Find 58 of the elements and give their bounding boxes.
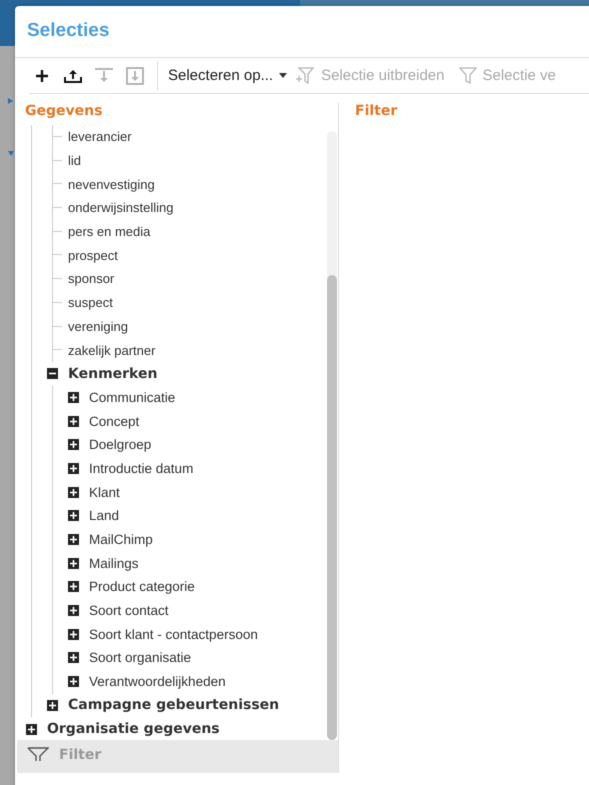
- caret-icon: [279, 73, 288, 78]
- panel-heading: Gegevens: [24, 103, 104, 121]
- window-title: Selecties: [26, 19, 110, 43]
- select-dropdown[interactable]: Selecteren op...: [168, 67, 288, 84]
- tree-node[interactable]: Soort contact: [89, 603, 169, 618]
- tree-node[interactable]: Concept: [89, 414, 140, 429]
- tree-node[interactable]: Campagne gebeurtenissen: [68, 697, 280, 714]
- tree-item[interactable]: sponsor: [68, 271, 114, 286]
- tree-item[interactable]: nevenvestiging: [68, 176, 155, 192]
- tree-node[interactable]: Soort organisatie: [89, 650, 192, 666]
- expand-icon[interactable]: [26, 724, 37, 735]
- expand-icon[interactable]: [68, 534, 79, 546]
- tree-node[interactable]: MailChimp: [89, 532, 153, 548]
- tree-item[interactable]: vereniging: [68, 318, 128, 334]
- download-icon: [93, 66, 115, 84]
- expand-icon[interactable]: [68, 558, 79, 569]
- footer-label: Filter: [59, 747, 102, 763]
- tree-item[interactable]: suspect: [68, 295, 113, 310]
- tree-node[interactable]: Introductie datum: [89, 460, 194, 476]
- tree-item[interactable]: lid: [68, 153, 82, 168]
- tree-node[interactable]: Kenmerken: [68, 366, 158, 382]
- caret-icon: [8, 151, 14, 156]
- tree-node[interactable]: Klant: [89, 484, 120, 500]
- expand-icon[interactable]: [68, 510, 79, 522]
- plus-icon: [35, 68, 49, 82]
- expand-icon[interactable]: [47, 700, 58, 711]
- panel-heading: Filter: [354, 103, 398, 121]
- expand-icon[interactable]: [68, 392, 79, 403]
- expand-icon[interactable]: [68, 581, 79, 592]
- expand-icon[interactable]: [68, 628, 79, 640]
- tree-node[interactable]: Mailings: [89, 556, 139, 571]
- tree-node[interactable]: Doelgroep: [89, 437, 152, 452]
- tree-node[interactable]: Communicatie: [89, 390, 176, 405]
- scrollbar[interactable]: [327, 131, 337, 740]
- expand-icon[interactable]: [68, 462, 79, 474]
- expand-icon[interactable]: [68, 486, 79, 498]
- tree-node[interactable]: Organisatie gegevens: [47, 721, 220, 738]
- filter-icon: [27, 747, 49, 761]
- tree-node[interactable]: Land: [89, 508, 120, 524]
- caret-icon: [8, 98, 13, 104]
- tree-item[interactable]: pers en media: [68, 224, 150, 240]
- tree-node[interactable]: Soort klant - contactpersoon: [89, 626, 258, 642]
- expand-icon[interactable]: [68, 416, 79, 427]
- expand-icon[interactable]: [68, 439, 79, 450]
- filter-icon: [458, 66, 476, 84]
- collapse-icon[interactable]: [47, 368, 58, 380]
- filter-plus-icon: [295, 66, 316, 84]
- tree-item[interactable]: leverancier: [68, 129, 132, 144]
- expand-icon[interactable]: [68, 652, 79, 664]
- import-icon: [124, 66, 146, 86]
- tree-item[interactable]: zakelijk partner: [68, 342, 156, 358]
- tree-item[interactable]: prospect: [68, 248, 118, 263]
- upload-icon: [62, 68, 84, 84]
- tree-item[interactable]: onderwijsinstelling: [68, 200, 174, 216]
- tree-node[interactable]: Product categorie: [89, 579, 195, 594]
- expand-icon[interactable]: [68, 676, 79, 688]
- tree-node[interactable]: Verantwoordelijkheden: [89, 674, 226, 690]
- expand-icon[interactable]: [68, 605, 79, 616]
